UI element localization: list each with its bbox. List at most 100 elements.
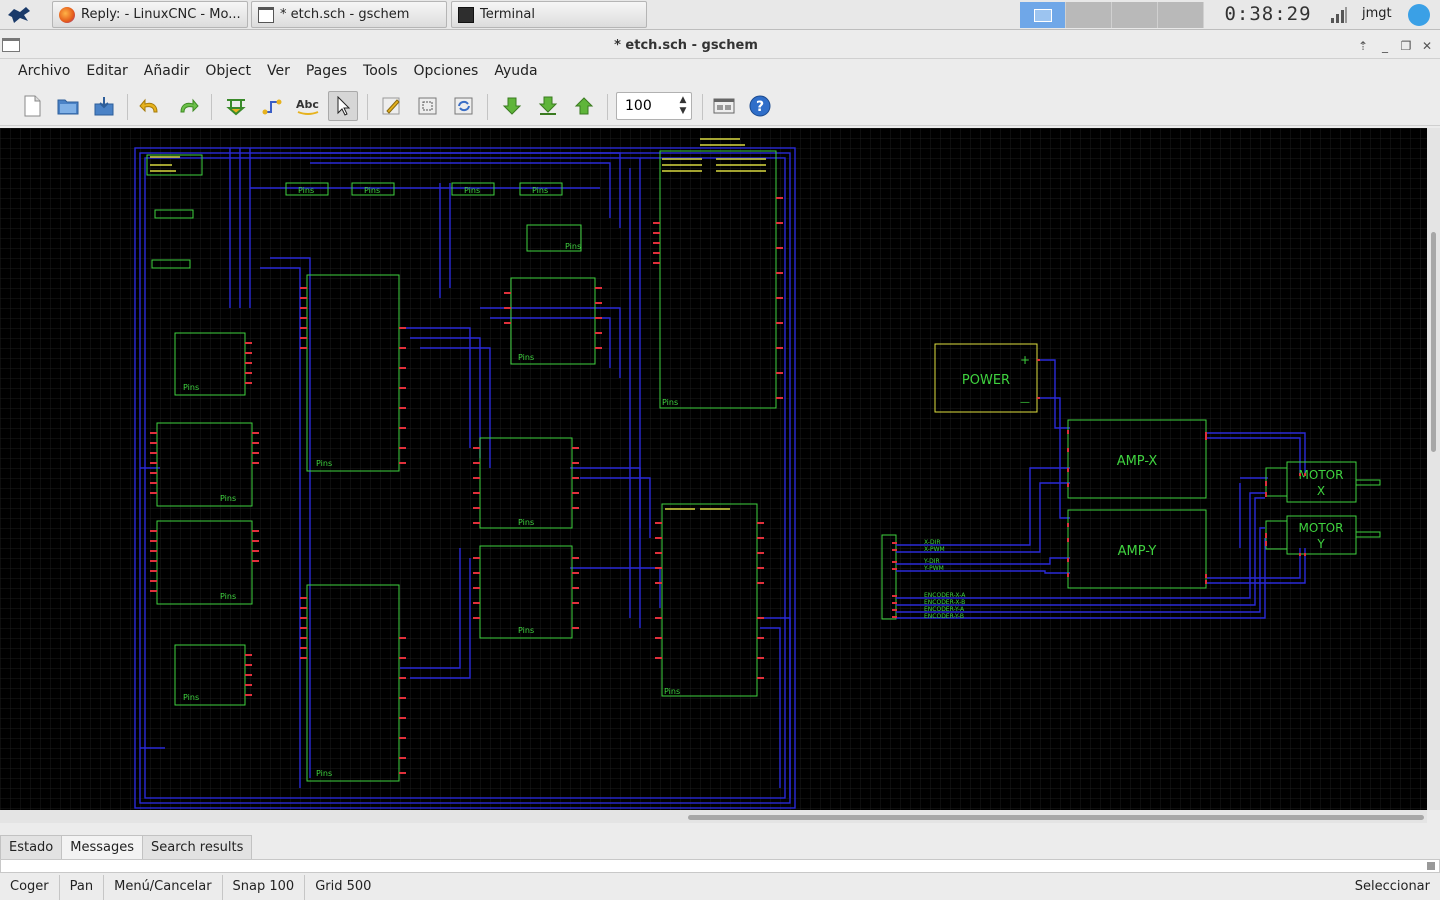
pins-label: Pins — [518, 353, 534, 362]
add-text-button[interactable]: Abc — [293, 91, 323, 121]
down-symbol-icon — [538, 96, 558, 115]
select-icon — [337, 96, 351, 116]
select-button[interactable] — [328, 91, 358, 121]
network-signal-icon[interactable] — [1330, 6, 1348, 24]
net-label: ENCODER-X-A — [924, 592, 966, 599]
down-symbol-button[interactable] — [533, 91, 563, 121]
resize-corner[interactable] — [1427, 862, 1435, 870]
statusbar: Coger Pan Menú/Cancelar Snap 100 Grid 50… — [0, 875, 1440, 900]
undo-icon — [139, 98, 158, 113]
status-middle-button: Pan — [60, 875, 105, 900]
power-minus: — — [1020, 397, 1030, 408]
window-icon — [713, 98, 735, 114]
save-icon — [94, 97, 114, 116]
open-button[interactable] — [53, 91, 83, 121]
menu-ver[interactable]: Ver — [259, 60, 298, 84]
menu-object[interactable]: Object — [197, 60, 259, 84]
menu-editar[interactable]: Editar — [78, 60, 135, 84]
window-titlebar: * etch.sch - gschem ⇡ _ ❐ ✕ — [0, 31, 1440, 59]
task-firefox[interactable]: Reply: - LinuxCNC - Mo... — [52, 1, 248, 28]
net-label: X-PWM — [924, 546, 945, 553]
svg-text:MOTOR: MOTOR — [1299, 521, 1344, 535]
zoom-box-button[interactable] — [413, 91, 443, 121]
menu-anadir[interactable]: Añadir — [136, 60, 198, 84]
amp-y-label: AMP-Y — [1118, 544, 1157, 559]
svg-text:X: X — [1317, 484, 1325, 498]
edit-button[interactable] — [377, 91, 407, 121]
amp-x-label: AMP-X — [1117, 454, 1158, 469]
task-terminal[interactable]: Terminal — [451, 1, 647, 28]
undo-button[interactable] — [135, 91, 165, 121]
workspace-4[interactable] — [1158, 2, 1204, 28]
workspace-2[interactable] — [1066, 2, 1112, 28]
menu-tools[interactable]: Tools — [355, 60, 406, 84]
menu-ayuda[interactable]: Ayuda — [486, 60, 545, 84]
tab-search-results[interactable]: Search results — [142, 835, 253, 859]
down-schematic-icon — [502, 97, 522, 115]
bottom-tabs: Estado Messages Search results — [0, 835, 253, 859]
task-gschem[interactable]: * etch.sch - gschem — [251, 1, 447, 28]
pins-label: Pins — [464, 186, 480, 195]
pins-label: Pins — [518, 626, 534, 635]
workspace-3[interactable] — [1112, 2, 1158, 28]
pins-label: Pins — [664, 687, 680, 696]
net-label: ENCODER-X-B — [924, 599, 965, 606]
status-mode: Seleccionar — [1354, 879, 1430, 894]
tab-messages[interactable]: Messages — [61, 835, 144, 859]
menu-archivo[interactable]: Archivo — [10, 60, 78, 84]
zoom-box-icon — [418, 97, 437, 115]
menu-pages[interactable]: Pages — [298, 60, 355, 84]
vertical-scrollbar[interactable] — [1427, 128, 1440, 810]
minimize-icon[interactable]: _ — [1379, 40, 1391, 52]
power-label: POWER — [962, 373, 1010, 388]
up-button[interactable] — [569, 91, 599, 121]
distro-logo-icon[interactable] — [1408, 4, 1430, 26]
zoom-input[interactable] — [617, 93, 673, 119]
net-label: X-DIR — [924, 539, 941, 546]
refresh-button[interactable] — [449, 91, 479, 121]
user-name[interactable]: jmgt — [1362, 6, 1392, 21]
zoom-spinbox[interactable]: ▲▼ — [616, 92, 692, 120]
pins-label: Pins — [183, 693, 199, 702]
vertical-scroll-thumb[interactable] — [1431, 232, 1436, 452]
messages-area[interactable] — [0, 859, 1440, 873]
window-icon — [258, 6, 274, 23]
pins-label: Pins — [316, 459, 332, 468]
firefox-icon — [59, 6, 75, 23]
pins-label: Pins — [532, 186, 548, 195]
close-icon[interactable]: ✕ — [1421, 40, 1433, 52]
workspace-1[interactable] — [1020, 2, 1066, 28]
up-icon — [574, 97, 594, 115]
workspace-switcher[interactable] — [1020, 2, 1204, 28]
add-component-icon — [226, 99, 246, 116]
zoom-spin-arrows[interactable]: ▲ ▼ — [677, 95, 689, 117]
net-label: Y-PWM — [923, 565, 944, 572]
status-left-button: Coger — [0, 875, 60, 900]
menu-opciones[interactable]: Opciones — [406, 60, 487, 84]
redo-button[interactable] — [173, 91, 203, 121]
terminal-icon — [458, 6, 474, 23]
edit-icon — [382, 97, 400, 115]
help-button[interactable]: ? — [745, 91, 775, 121]
add-net-icon — [262, 99, 282, 115]
add-net-button[interactable] — [257, 91, 287, 121]
redo-icon — [180, 98, 199, 113]
svg-text:Abc: Abc — [296, 98, 319, 111]
svg-text:?: ? — [756, 99, 764, 115]
schematic-canvas[interactable]: Pins Pins Pins Pins Pins Pins Pins Pins … — [0, 128, 1427, 810]
add-component-button[interactable] — [221, 91, 251, 121]
task-label: Terminal — [480, 7, 535, 22]
horizontal-scroll-thumb[interactable] — [688, 815, 1424, 820]
power-plus: + — [1020, 353, 1030, 367]
maximize-icon[interactable]: ❐ — [1400, 40, 1412, 52]
app-menu-icon[interactable] — [6, 3, 32, 27]
add-text-icon: Abc — [296, 98, 319, 115]
window-button[interactable] — [709, 91, 739, 121]
down-schematic-button[interactable] — [497, 91, 527, 121]
task-label: Reply: - LinuxCNC - Mo... — [81, 7, 241, 22]
new-file-button[interactable] — [17, 91, 47, 121]
tab-estado[interactable]: Estado — [0, 835, 63, 859]
pins-label: Pins — [220, 494, 236, 503]
save-button[interactable] — [89, 91, 119, 121]
shade-icon[interactable]: ⇡ — [1357, 40, 1369, 52]
